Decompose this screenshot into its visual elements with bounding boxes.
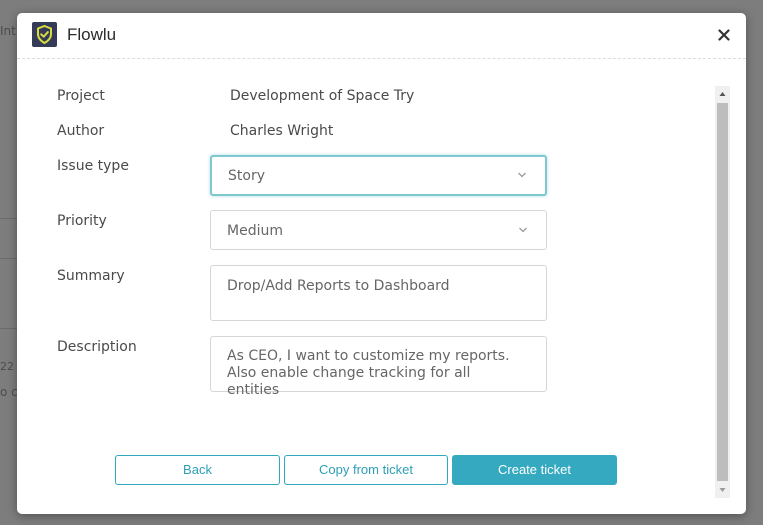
chevron-down-icon: [518, 172, 526, 178]
background-divider: [0, 218, 18, 219]
flowlu-logo: [32, 22, 57, 47]
issue-type-selected-value: Story: [228, 168, 265, 184]
arrow-down-icon: [719, 488, 726, 492]
shield-check-icon: [37, 24, 52, 45]
close-button[interactable]: [714, 25, 734, 45]
issue-type-label: Issue type: [57, 158, 129, 174]
close-icon: [718, 29, 730, 41]
author-label: Author: [57, 123, 105, 139]
vertical-scrollbar[interactable]: [715, 86, 730, 498]
scroll-up-button[interactable]: [715, 86, 730, 102]
project-label: Project: [57, 88, 105, 104]
background-divider: [0, 328, 18, 329]
description-text: As CEO, I want to customize my reports. …: [227, 348, 510, 398]
summary-label: Summary: [57, 268, 125, 284]
description-label: Description: [57, 339, 137, 355]
project-value: Development of Space Try: [230, 88, 415, 104]
copy-from-ticket-button[interactable]: Copy from ticket: [284, 455, 448, 485]
priority-label: Priority: [57, 213, 107, 229]
background-text: Int: [0, 24, 16, 38]
scroll-thumb[interactable]: [717, 103, 728, 481]
background-text: 22: [0, 360, 14, 373]
create-ticket-dialog: Flowlu Project Development of Space Try …: [17, 13, 746, 514]
priority-select[interactable]: Medium: [210, 210, 547, 250]
priority-selected-value: Medium: [227, 223, 283, 239]
create-ticket-button[interactable]: Create ticket: [452, 455, 617, 485]
arrow-up-icon: [719, 92, 726, 96]
background-text: o c: [0, 385, 18, 399]
app-title: Flowlu: [67, 25, 117, 44]
dialog-header: Flowlu: [17, 13, 746, 59]
back-button[interactable]: Back: [115, 455, 280, 485]
background-divider: [0, 258, 18, 259]
description-textarea[interactable]: As CEO, I want to customize my reports. …: [210, 336, 547, 398]
summary-text: Drop/Add Reports to Dashboard: [227, 278, 450, 294]
scroll-down-button[interactable]: [715, 482, 730, 498]
author-value: Charles Wright: [230, 123, 334, 139]
chevron-down-icon: [519, 227, 527, 233]
summary-input[interactable]: Drop/Add Reports to Dashboard: [210, 265, 547, 321]
issue-type-select[interactable]: Story: [210, 155, 547, 196]
